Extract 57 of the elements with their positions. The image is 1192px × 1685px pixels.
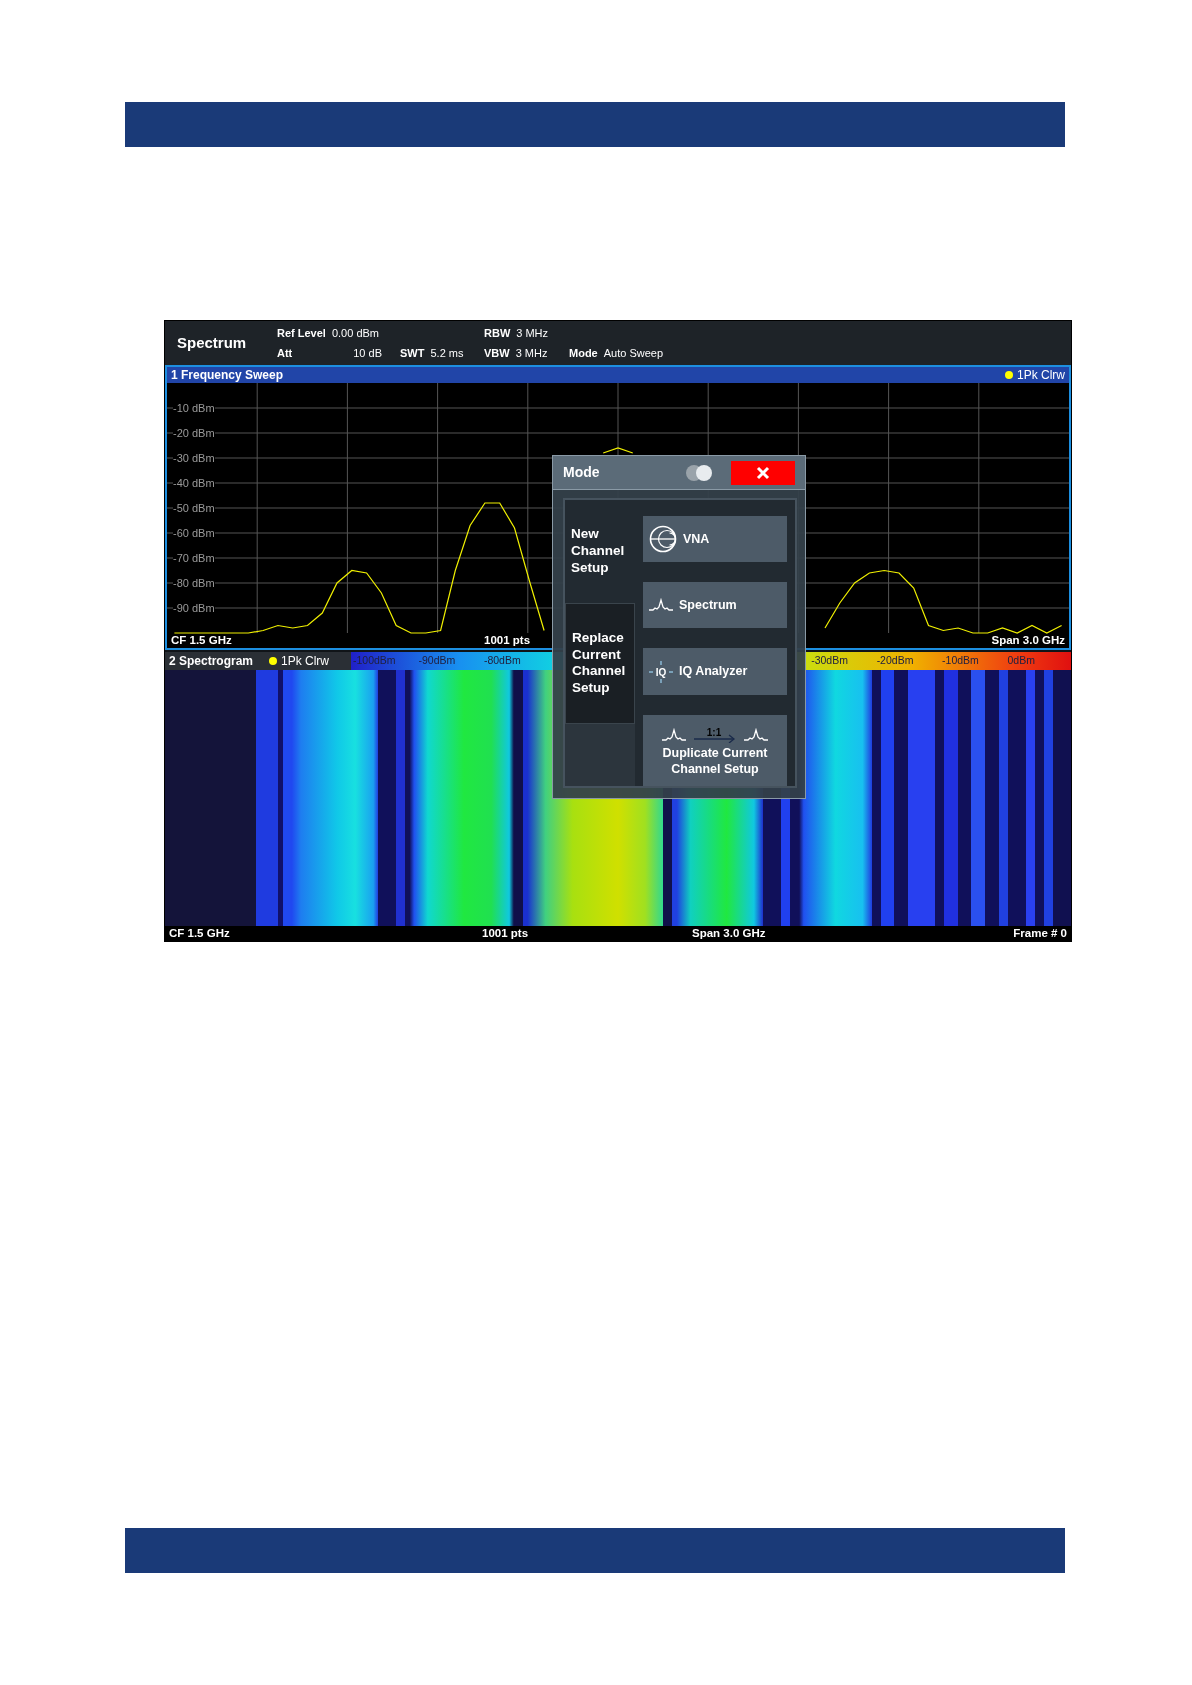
axis-label: -20 dBm <box>173 427 215 439</box>
axis-label: -80 dBm <box>173 577 215 589</box>
close-icon <box>756 465 770 480</box>
parameter-value: 10 dB <box>353 345 382 361</box>
spectrum-icon <box>649 598 673 613</box>
scale-label: -20dBm <box>875 653 915 669</box>
button-label: Duplicate Current Channel Setup <box>661 745 769 778</box>
parameter-value: 3 MHz <box>516 325 549 341</box>
trace-dot <box>269 657 277 665</box>
scale-label: -80dBm <box>482 653 522 669</box>
parameter-label: RBW <box>484 325 511 341</box>
window-title: 2 Spectrogram <box>165 652 269 670</box>
axis-label: -70 dBm <box>173 552 215 564</box>
scale-label: -30dBm <box>810 653 849 669</box>
axis-label: -30 dBm <box>173 452 215 464</box>
scale-label: -100dBm <box>352 653 397 669</box>
trace-label: 1Pk Clrw <box>281 653 329 670</box>
mode-button[interactable]: 1:1 Duplicate Current Channel Setup <box>643 714 787 786</box>
scale-label: -10dBm <box>941 653 980 669</box>
footer-label: 1001 pts <box>484 634 531 647</box>
scale-label: 0dBm <box>1006 653 1036 669</box>
footer-label: 1001 pts <box>482 927 529 940</box>
parameter-value: Auto Sweep <box>603 345 664 361</box>
axis-label: -50 dBm <box>173 502 215 514</box>
dialog-title: Mode <box>563 463 601 482</box>
axis-label: -40 dBm <box>173 477 215 489</box>
close-button[interactable] <box>731 460 795 485</box>
parameter-label: Ref Level <box>277 325 326 341</box>
footer-label: Span 3.0 GHz <box>692 927 766 940</box>
mode-button[interactable]: VNA <box>643 516 787 563</box>
mode-tab[interactable]: New Channel Setup <box>565 500 635 603</box>
parameter-label: Mode <box>569 345 598 361</box>
footer-label: Frame # 0 <box>1013 927 1067 940</box>
footer-label: Span 3.0 GHz <box>991 634 1065 647</box>
axis-label: -10 dBm <box>173 402 215 414</box>
axis-label: -90 dBm <box>173 602 215 614</box>
application-title: Spectrum <box>176 332 248 353</box>
mode-button[interactable]: IQ IQ Analyzer <box>643 648 787 695</box>
trace-label: 1Pk Clrw <box>1017 369 1065 381</box>
parameter-label: VBW <box>484 345 510 361</box>
spectrum-icon <box>744 728 768 743</box>
footer-label: CF 1.5 GHz <box>169 927 230 940</box>
window-title: 1 Frequency Sweep <box>171 369 284 381</box>
mode-tab[interactable]: Replace Current Channel Setup <box>565 602 635 725</box>
spectrum-icon <box>662 728 686 743</box>
parameter-label: SWT <box>400 345 425 361</box>
trace-dot <box>1005 371 1013 379</box>
parameter-value: 5.2 ms <box>430 345 464 361</box>
parameter-value: 0.00 dBm <box>331 325 379 341</box>
mode-button[interactable]: Spectrum <box>643 582 787 629</box>
toggle-icon[interactable] <box>685 463 713 482</box>
axis-label: -60 dBm <box>173 527 215 539</box>
footer-label: CF 1.5 GHz <box>171 634 232 647</box>
parameter-label: Att <box>277 345 293 361</box>
scale-label: -90dBm <box>417 653 457 669</box>
parameter-value: 3 MHz <box>515 345 548 361</box>
smith-chart-icon <box>649 525 677 554</box>
